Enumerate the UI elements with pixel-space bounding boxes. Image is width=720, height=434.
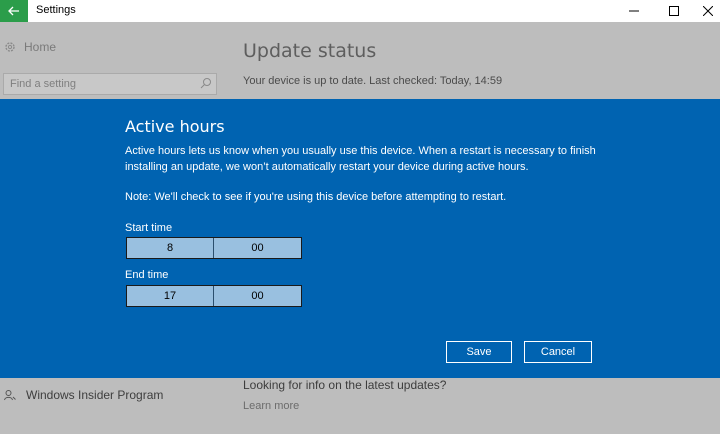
start-time-label: Start time	[125, 222, 173, 234]
save-button[interactable]: Save	[446, 341, 512, 363]
back-button[interactable]	[0, 0, 28, 22]
start-time-picker[interactable]: 8 00	[126, 237, 302, 259]
gear-icon	[5, 42, 15, 52]
end-minute-field[interactable]: 00	[214, 286, 301, 306]
maximize-button[interactable]	[656, 0, 692, 22]
start-hour-field[interactable]: 8	[127, 238, 214, 258]
search-placeholder: Find a setting	[10, 78, 77, 90]
page-title: Update status	[243, 40, 377, 62]
end-time-picker[interactable]: 17 00	[126, 285, 302, 307]
close-icon	[703, 6, 713, 16]
dialog-note: Note: We'll check to see if you're using…	[125, 191, 507, 203]
search-icon	[200, 78, 211, 89]
search-input[interactable]: Find a setting	[3, 73, 217, 95]
update-status-text: Your device is up to date. Last checked:…	[243, 75, 503, 87]
end-hour-field[interactable]: 17	[127, 286, 214, 306]
window-title: Settings	[36, 4, 76, 16]
looking-for-info-text: Looking for info on the latest updates?	[243, 378, 447, 392]
sidebar-home-item[interactable]: Home	[4, 40, 56, 54]
close-button[interactable]	[690, 0, 720, 22]
sidebar-item-insider[interactable]: Windows Insider Program	[4, 388, 163, 402]
cancel-button[interactable]: Cancel	[524, 341, 592, 363]
dialog-description: Active hours lets us know when you usual…	[125, 145, 596, 173]
active-hours-dialog: Active hours Active hours lets us know w…	[0, 99, 720, 378]
person-icon	[4, 390, 16, 401]
start-minute-field[interactable]: 00	[214, 238, 301, 258]
dialog-title: Active hours	[125, 117, 225, 136]
sidebar-home-label: Home	[24, 40, 57, 54]
sidebar-insider-label: Windows Insider Program	[26, 388, 164, 402]
arrow-left-icon	[8, 6, 19, 16]
title-bar: Settings	[0, 0, 720, 22]
minimize-icon	[629, 10, 639, 12]
learn-more-link[interactable]: Learn more	[243, 400, 299, 412]
maximize-icon	[669, 6, 679, 16]
end-time-label: End time	[125, 269, 169, 281]
minimize-button[interactable]	[616, 0, 652, 22]
